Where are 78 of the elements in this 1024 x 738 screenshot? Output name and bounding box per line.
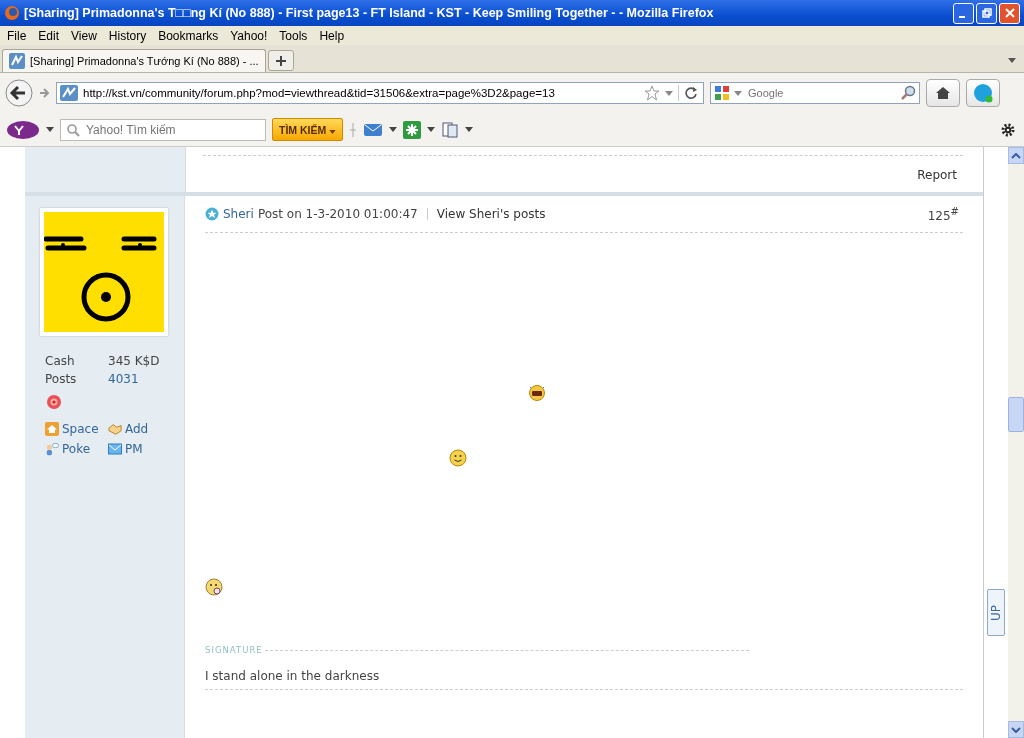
window-title: [Sharing] Primadonna's T□□ng Kí (No 888) - First page13 - FT Island - KST - Keep Smiling Together - - Mozilla Firefox [24,6,715,20]
close-button[interactable] [999,2,1020,24]
pages-icon[interactable] [441,120,460,139]
view-posts-link[interactable]: View Sheri's posts [436,207,546,221]
stat-value[interactable]: 4031 [108,372,184,386]
reload-icon[interactable] [678,85,699,101]
search-icon [66,122,80,137]
menu-item[interactable]: History [103,28,152,43]
scroll-thumb[interactable] [1008,397,1024,432]
grip-icon [349,121,358,138]
person-icon [45,442,59,456]
skype-button[interactable] [966,79,1000,107]
house-icon [45,422,59,436]
menu-item[interactable]: Tools [274,28,313,43]
space-link[interactable]: Space [45,422,108,436]
caret-up-icon [1011,152,1021,159]
poke-link[interactable]: Poke [45,442,108,456]
star-icon[interactable] [644,85,660,101]
post-number: 125$^{#}$ [927,205,959,223]
stat-label: Cash [45,354,76,368]
dropdown-icon[interactable] [427,127,436,132]
signature-text: I stand alone in the darkness [205,669,381,683]
thinking-face-icon [205,578,223,596]
site-icon [9,53,25,69]
plus-icon [274,54,287,67]
stat-label: Posts [45,372,78,386]
scroll-up-button[interactable] [1008,147,1024,164]
menu-item[interactable]: Help [314,28,350,43]
minimize-icon [958,16,965,18]
restore-icon [981,8,992,18]
menu-item[interactable]: Yahoo! [225,28,273,43]
firefox-icon [4,5,20,21]
address-bar[interactable]: http://kst.vn/community/forum.php?mod=viewthread&tid=31506&extra=page%3D2&page=13 [56,82,704,104]
scrollbar[interactable] [1008,147,1024,738]
asterisk-icon[interactable] [403,120,422,139]
pm-link[interactable]: PM [108,442,184,456]
dropdown-icon[interactable] [46,127,54,132]
menu-item[interactable]: View [66,28,102,43]
menu-item[interactable]: Bookmarks [153,28,224,43]
crying-face-icon [527,383,547,401]
dropdown-icon[interactable] [389,127,398,132]
home-button[interactable] [926,79,960,107]
phone-status-icon [972,82,994,104]
dropdown-icon[interactable] [1008,58,1016,63]
search-button[interactable]: TÌM KIẾM [272,118,344,141]
google-icon [714,85,730,101]
search-icon[interactable] [900,85,916,101]
yahoo-logo[interactable] [6,119,40,140]
site-icon [60,85,78,101]
add-link[interactable]: Add [108,422,184,436]
dropdown-icon[interactable] [465,127,474,132]
author-link[interactable]: Sheri [223,207,254,221]
menu-item[interactable]: Edit [33,28,65,43]
home-icon [935,85,951,101]
minimize-button[interactable] [953,2,974,24]
scroll-down-button[interactable] [1008,721,1024,738]
caret-icon [329,129,337,134]
menu-item[interactable]: File [2,28,32,43]
back-forward-buttons[interactable] [4,78,50,108]
star-icon [205,207,219,221]
smiley-icon [449,449,467,467]
url-text: http://kst.vn/community/forum.php?mod=viewthread&tid=31506&extra=page%3D2&page=13 [83,87,556,99]
search-field[interactable]: Yahoo! Tìm kiếm [60,118,266,141]
report-link[interactable]: Report [917,168,957,182]
back-to-top-button[interactable]: UP [987,589,1005,636]
new-tab-button[interactable] [267,50,294,71]
mail-icon[interactable] [363,121,384,138]
stat-value[interactable]: 345 K$D [108,354,184,368]
browser-tab[interactable]: [Sharing] Primadonna's Tướng Kí (No 888) - ... [2,49,266,72]
post-date: Post on 1-3-2010 01:00:47 [257,207,418,221]
signature-heading: SIGNATURE [205,645,263,655]
caret-down-icon [1011,726,1021,733]
flower-icon [46,394,62,410]
restore-button[interactable] [976,2,997,24]
search-field[interactable]: Google [710,82,920,104]
close-icon [1004,8,1015,18]
settings-icon[interactable] [1000,121,1016,138]
envelope-icon [108,442,122,456]
